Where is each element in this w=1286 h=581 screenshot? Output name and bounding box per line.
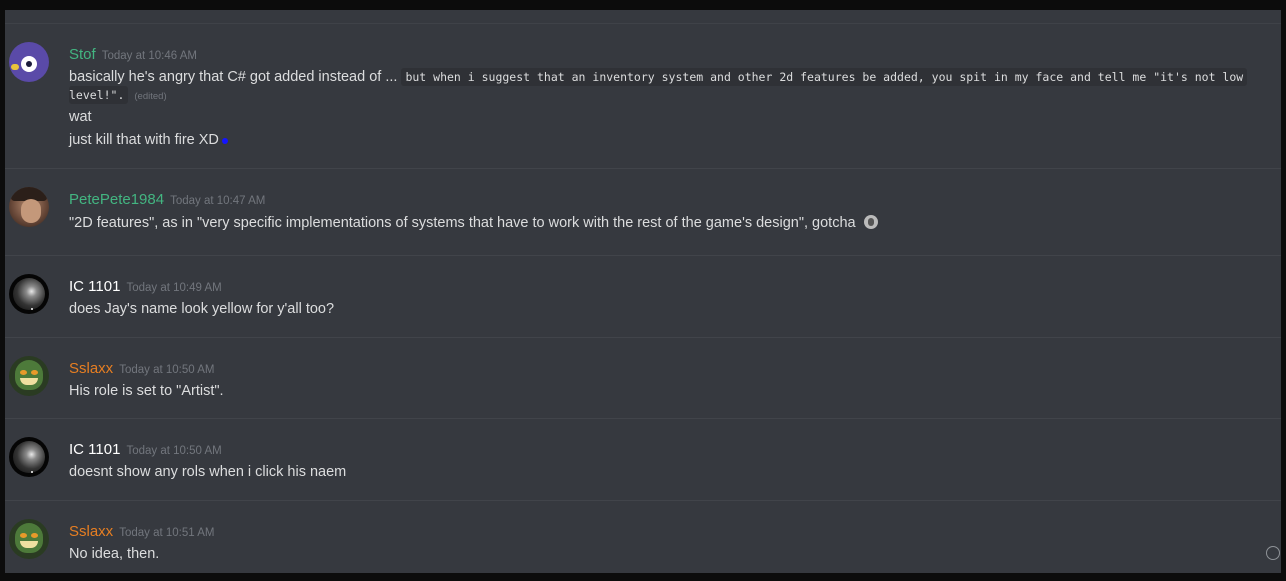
avatar-eye xyxy=(20,370,27,375)
unread-dot-icon xyxy=(221,138,228,144)
avatar[interactable] xyxy=(9,274,49,314)
avatar-head xyxy=(15,523,43,553)
username[interactable]: Sslaxx xyxy=(69,360,113,377)
message-line: "2D features", as in "very specific impl… xyxy=(69,215,878,231)
timestamp: Today at 10:46 AM xyxy=(101,50,197,62)
message-text: just kill that with fire XD xyxy=(69,132,219,148)
timestamp: Today at 10:51 AM xyxy=(119,527,215,539)
message-header: Stof Today at 10:46 AM xyxy=(69,46,197,64)
window-frame-right xyxy=(1281,0,1286,581)
avatar-beak xyxy=(11,64,19,70)
avatar-sphere xyxy=(13,441,45,473)
avatar-eye xyxy=(20,533,27,538)
message-header: IC 1101 Today at 10:49 AM xyxy=(69,278,222,296)
username[interactable]: Sslaxx xyxy=(69,523,113,540)
message-text: No idea, then. xyxy=(69,546,160,562)
timestamp: Today at 10:47 AM xyxy=(170,195,266,207)
message-text: His role is set to "Artist". xyxy=(69,383,224,399)
avatar-star xyxy=(31,471,33,473)
message-header: Sslaxx Today at 10:50 AM xyxy=(69,360,214,378)
avatar-eye xyxy=(31,533,38,538)
message-line: level!". (edited) xyxy=(69,86,167,104)
avatar-sphere xyxy=(13,278,45,310)
message-line: just kill that with fire XD xyxy=(69,132,228,148)
message-text: wat xyxy=(69,109,92,125)
edited-label: (edited) xyxy=(134,91,167,102)
avatar-eye xyxy=(31,370,38,375)
avatar[interactable] xyxy=(9,356,49,396)
face-emoji-icon xyxy=(863,215,878,229)
window-frame-bottom xyxy=(0,573,1286,581)
avatar[interactable] xyxy=(9,519,49,559)
avatar[interactable] xyxy=(9,42,49,82)
message-text: basically he's angry that C# got added i… xyxy=(69,69,398,85)
inline-code: but when i suggest that an inventory sys… xyxy=(401,68,1248,86)
smiley-icon[interactable] xyxy=(1266,546,1280,560)
timestamp: Today at 10:49 AM xyxy=(126,282,222,294)
message-text: doesnt show any rols when i click his na… xyxy=(69,464,347,480)
message-header: PetePete1984 Today at 10:47 AM xyxy=(69,191,265,209)
avatar-pupil xyxy=(26,61,32,67)
message-group-stof-1: Stof Today at 10:46 AM basically he's ang… xyxy=(5,24,1281,168)
timestamp: Today at 10:50 AM xyxy=(119,364,215,376)
message-line: basically he's angry that C# got added i… xyxy=(69,68,1248,86)
username[interactable]: IC 1101 xyxy=(69,278,120,295)
message-group-petepete: PetePete1984 Today at 10:47 AM "2D featur… xyxy=(5,168,1281,255)
message-group-sslaxx-1: Sslaxx Today at 10:50 AM His role is set … xyxy=(5,337,1281,420)
message-text: does Jay's name look yellow for y'all to… xyxy=(69,301,335,317)
username[interactable]: PetePete1984 xyxy=(69,191,164,208)
message-group-ic1101-1: IC 1101 Today at 10:49 AM does Jay's name… xyxy=(5,255,1281,338)
message-group-ic1101-2: IC 1101 Today at 10:50 AM doesnt show any… xyxy=(5,418,1281,501)
message-header: IC 1101 Today at 10:50 AM xyxy=(69,441,222,459)
avatar-head xyxy=(15,360,43,390)
message-text: "2D features", as in "very specific impl… xyxy=(69,215,856,231)
timestamp: Today at 10:50 AM xyxy=(126,445,222,457)
inline-code: level!". xyxy=(69,86,129,104)
message-group-sslaxx-2: Sslaxx Today at 10:51 AM No idea, then. xyxy=(5,500,1281,574)
window-frame-top xyxy=(0,0,1286,10)
message-header: Sslaxx Today at 10:51 AM xyxy=(69,523,214,541)
avatar[interactable] xyxy=(9,187,49,227)
avatar[interactable] xyxy=(9,437,49,477)
username[interactable]: IC 1101 xyxy=(69,441,120,458)
avatar-face xyxy=(21,199,41,223)
username[interactable]: Stof xyxy=(69,46,96,63)
avatar-star xyxy=(31,308,33,310)
